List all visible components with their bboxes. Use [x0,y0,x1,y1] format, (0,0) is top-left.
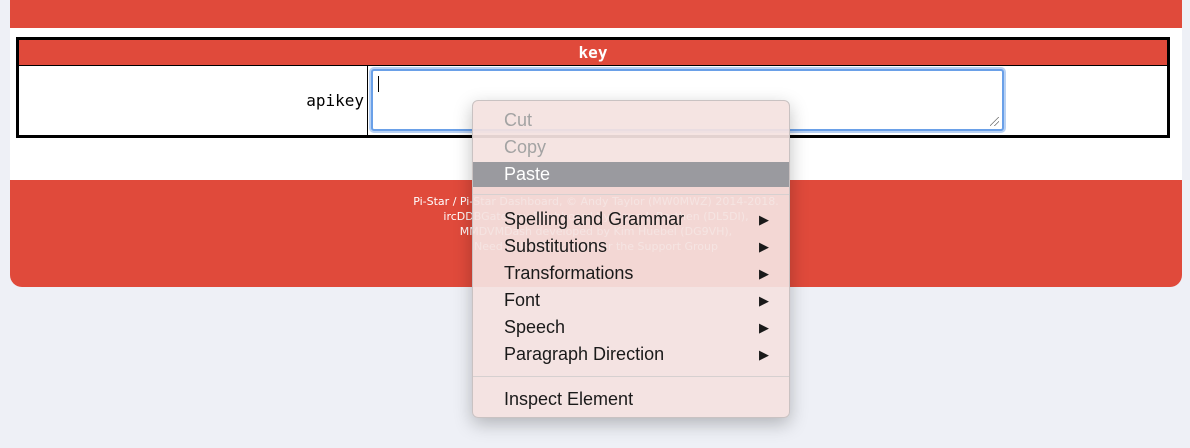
submenu-arrow-icon: ▶ [759,293,769,308]
menu-separator [473,376,789,377]
menu-item-paragraph-direction[interactable]: Paragraph Direction ▶ [473,342,789,367]
menu-item-label: Paste [504,164,551,184]
menu-item-label: Spelling and Grammar [504,209,685,229]
menu-item-spelling-and-grammar[interactable]: Spelling and Grammar ▶ [473,207,789,232]
menu-item-inspect-element[interactable]: Inspect Element [473,387,789,412]
text-caret [378,76,379,92]
menu-item-label: Cut [504,110,533,130]
apikey-label: apikey [19,66,368,136]
top-banner [10,0,1182,28]
section-title: key [19,40,1167,66]
resize-grip-icon[interactable] [990,117,999,126]
menu-item-label: Copy [504,137,547,157]
menu-item-label: Speech [504,317,566,337]
menu-item-substitutions[interactable]: Substitutions ▶ [473,234,789,259]
menu-item-cut: Cut [473,108,789,133]
menu-item-paste[interactable]: Paste [473,162,789,187]
submenu-arrow-icon: ▶ [759,239,769,254]
menu-item-copy: Copy [473,135,789,160]
submenu-arrow-icon: ▶ [759,347,769,362]
menu-item-font[interactable]: Font ▶ [473,288,789,313]
menu-item-label: Font [504,290,541,310]
submenu-arrow-icon: ▶ [759,266,769,281]
menu-item-label: Paragraph Direction [504,344,665,364]
menu-item-label: Substitutions [504,236,608,256]
submenu-arrow-icon: ▶ [759,212,769,227]
menu-item-label: Transformations [504,263,634,283]
menu-item-speech[interactable]: Speech ▶ [473,315,789,340]
submenu-arrow-icon: ▶ [759,320,769,335]
menu-separator [473,194,789,195]
context-menu: Cut Copy Paste Spelling and Grammar ▶ Su… [472,100,790,418]
menu-item-transformations[interactable]: Transformations ▶ [473,261,789,286]
menu-item-label: Inspect Element [504,389,634,409]
